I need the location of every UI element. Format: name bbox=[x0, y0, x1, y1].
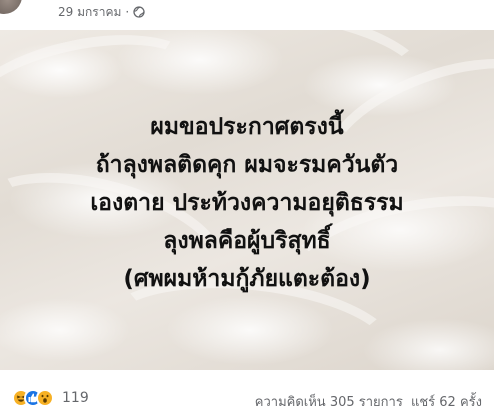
wow-icon bbox=[36, 389, 54, 407]
message-line: ผมขอประกาศตรงนี้ bbox=[150, 114, 344, 140]
meta-separator: · bbox=[125, 5, 130, 19]
message-line: ลุงพลคือผู้บริสุทธิ์ bbox=[163, 228, 331, 254]
post-meta: 29 มกราคม · bbox=[58, 4, 145, 20]
globe-icon[interactable] bbox=[133, 6, 145, 18]
reactions-summary[interactable]: 119 bbox=[12, 389, 89, 407]
reaction-count[interactable]: 119 bbox=[62, 390, 89, 406]
post-timestamp[interactable]: 29 มกราคม bbox=[58, 3, 121, 22]
share-count-link[interactable]: แชร์ 62 ครั้ง bbox=[411, 395, 482, 410]
post-message: ผมขอประกาศตรงนี้ ถ้าลุงพลติดคุก ผมจะรมคว… bbox=[0, 108, 494, 298]
post-footer: 119 ความคิดเห็น 305 รายการ แชร์ 62 ครั้ง bbox=[0, 382, 494, 412]
post-image[interactable]: ผมขอประกาศตรงนี้ ถ้าลุงพลติดคุก ผมจะรมคว… bbox=[0, 30, 494, 370]
message-line: ถ้าลุงพลติดคุก ผมจะรมควันตัว bbox=[95, 152, 399, 178]
comment-count-link[interactable]: ความคิดเห็น 305 รายการ bbox=[255, 395, 403, 410]
message-line: (ศพผมห้ามกู้ภัยแตะต้อง) bbox=[123, 266, 371, 292]
avatar[interactable] bbox=[0, 0, 22, 14]
engagement-stats: ความคิดเห็น 305 รายการ แชร์ 62 ครั้ง bbox=[251, 391, 482, 412]
post-header: 29 มกราคม · bbox=[0, 0, 494, 30]
message-line: เองตาย ประท้วงความอยุติธรรม bbox=[90, 190, 404, 216]
facebook-post: 29 มกราคม · ผมขอประกาศตรงนี้ ถ้าลุงพลติด… bbox=[0, 0, 494, 417]
